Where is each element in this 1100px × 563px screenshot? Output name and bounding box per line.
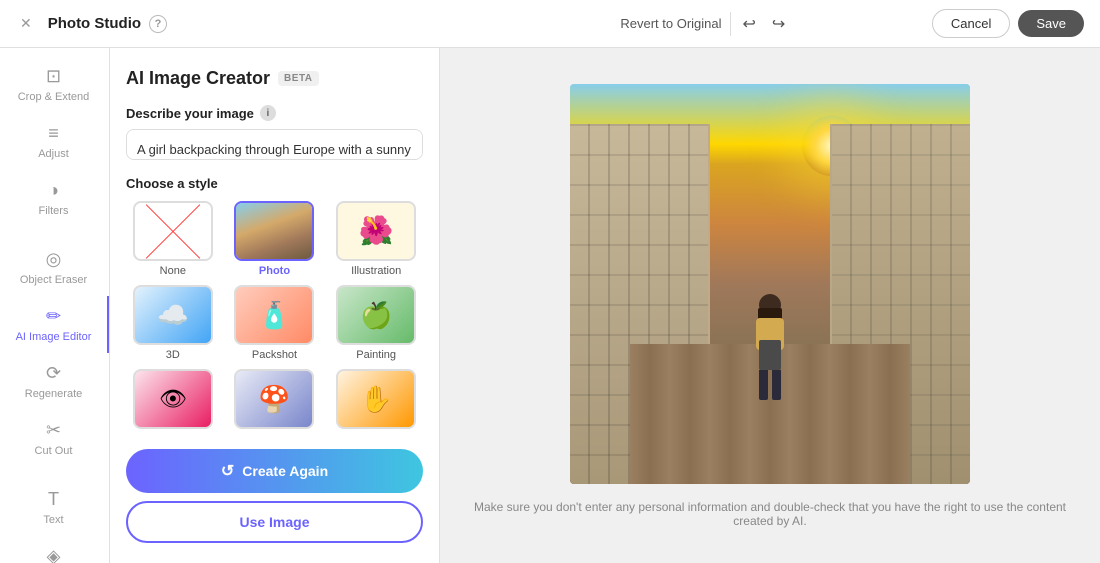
row3b-thumb-art: 🍄	[258, 384, 290, 415]
row3c-thumb-art: ✋	[360, 384, 392, 415]
style-thumb-packshot: 🧴	[234, 285, 314, 345]
sidebar-item-label-regen: Regenerate	[25, 388, 83, 400]
style-label-packshot: Packshot	[252, 349, 297, 361]
sidebar-item-label-eraser: Object Eraser	[20, 274, 87, 286]
app-title: Photo Studio	[48, 15, 141, 32]
sidebar-item-regenerate[interactable]: ⟳ Regenerate	[0, 353, 109, 410]
create-again-icon: ↺	[221, 461, 234, 481]
style-label-3d: 3D	[166, 349, 180, 361]
sidebar-item-crop-extend[interactable]: ⊡ Crop & Extend	[0, 56, 109, 113]
decorative-icon: ◈	[47, 546, 61, 563]
ai-image-creator-panel: AI Image Creator BETA Describe your imag…	[110, 48, 440, 563]
figure-body	[740, 294, 800, 424]
text-icon: T	[48, 489, 59, 510]
style-thumb-photo	[234, 201, 314, 261]
style-row3b[interactable]: 🍄	[228, 369, 322, 433]
style-label-painting: Painting	[356, 349, 396, 361]
sidebar-item-ai-image-editor[interactable]: ✏ AI Image Editor	[0, 296, 109, 353]
header-separator	[730, 12, 731, 36]
adjust-icon: ≡	[48, 123, 59, 144]
sidebar-item-label-crop: Crop & Extend	[18, 91, 90, 103]
sidebar-item-label-ai: AI Image Editor	[16, 331, 92, 343]
style-thumb-row3c: ✋	[336, 369, 416, 429]
create-again-button[interactable]: ↺ Create Again	[126, 449, 423, 493]
style-label-none: None	[160, 265, 186, 277]
style-label-illustration: Illustration	[351, 265, 401, 277]
redo-button[interactable]: ↪	[768, 10, 789, 38]
generated-image	[570, 84, 970, 484]
figure-leg-right	[772, 370, 781, 400]
image-scene	[570, 84, 970, 484]
sidebar-item-text[interactable]: T Text	[0, 479, 109, 536]
sidebar-item-label-adjust: Adjust	[38, 148, 69, 160]
close-button[interactable]: ✕	[16, 11, 36, 36]
none-cross-icon	[135, 203, 211, 259]
header-right: Cancel Save	[932, 9, 1084, 38]
cancel-button[interactable]: Cancel	[932, 9, 1010, 38]
object-eraser-icon: ◎	[46, 249, 62, 270]
style-none[interactable]: None	[126, 201, 220, 277]
choose-style-label: Choose a style	[126, 176, 423, 191]
ai-image-editor-icon: ✏	[46, 306, 61, 327]
style-thumb-painting: 🍏	[336, 285, 416, 345]
panel-title: AI Image Creator	[126, 68, 270, 89]
style-illustration[interactable]: 🌺 Illustration	[329, 201, 423, 277]
main-layout: ⊡ Crop & Extend ≡ Adjust ◑ Filters ◎ Obj…	[0, 48, 1100, 563]
style-photo[interactable]: Photo	[228, 201, 322, 277]
crop-extend-icon: ⊡	[46, 66, 61, 87]
sidebar-item-decorative[interactable]: ◈ Decorative	[0, 536, 109, 563]
style-row3a[interactable]: 👁	[126, 369, 220, 433]
painting-thumb-art: 🍏	[360, 300, 392, 331]
figure-leg-left	[759, 370, 768, 400]
regenerate-icon: ⟳	[46, 363, 61, 384]
cut-out-icon: ✂	[46, 420, 61, 441]
use-image-button[interactable]: Use Image	[126, 501, 423, 543]
style-row3c[interactable]: ✋	[329, 369, 423, 433]
sidebar-item-label-cut: Cut Out	[35, 445, 73, 457]
style-thumb-row3b: 🍄	[234, 369, 314, 429]
figure-torso	[759, 340, 781, 370]
footer-note: Make sure you don't enter any personal i…	[470, 500, 1070, 528]
style-3d[interactable]: ☁️ 3D	[126, 285, 220, 361]
backpacker-figure	[740, 294, 800, 424]
illustration-thumb-art: 🌺	[359, 217, 394, 245]
save-button[interactable]: Save	[1018, 10, 1084, 37]
photo-thumb-art	[236, 203, 312, 259]
style-thumb-3d: ☁️	[133, 285, 213, 345]
describe-textarea[interactable]	[126, 129, 423, 160]
sidebar-item-object-eraser[interactable]: ◎ Object Eraser	[0, 239, 109, 296]
beta-badge: BETA	[278, 71, 318, 86]
style-thumb-row3a: 👁	[133, 369, 213, 429]
sidebar-item-cut-out[interactable]: ✂ Cut Out	[0, 410, 109, 467]
row3a-thumb-art: 👁	[159, 386, 187, 412]
header-center: Revert to Original ↩ ↪	[490, 10, 920, 38]
app-header: ✕ Photo Studio ? Revert to Original ↩ ↪ …	[0, 0, 1100, 48]
style-thumb-none	[133, 201, 213, 261]
panel-title-area: AI Image Creator BETA	[126, 68, 423, 89]
packshot-thumb-art: 🧴	[258, 300, 290, 331]
sidebar-item-label-filters: Filters	[39, 205, 69, 217]
filters-icon: ◑	[48, 180, 59, 201]
style-thumb-illustration: 🌺	[336, 201, 416, 261]
sidebar-item-filters[interactable]: ◑ Filters	[0, 170, 109, 227]
style-painting[interactable]: 🍏 Painting	[329, 285, 423, 361]
revert-link[interactable]: Revert to Original	[620, 16, 721, 31]
style-grid: None Photo 🌺 Illustration ☁️	[126, 201, 423, 433]
sidebar-item-adjust[interactable]: ≡ Adjust	[0, 113, 109, 170]
style-packshot[interactable]: 🧴 Packshot	[228, 285, 322, 361]
3d-thumb-art: ☁️	[157, 300, 189, 331]
content-area: Make sure you don't enter any personal i…	[440, 48, 1100, 563]
sidebar-item-label-text: Text	[43, 514, 63, 526]
style-label-photo: Photo	[259, 265, 290, 277]
figure-legs	[759, 370, 781, 400]
help-icon[interactable]: ?	[149, 15, 167, 33]
describe-label: Describe your image i	[126, 105, 423, 121]
describe-info-icon[interactable]: i	[260, 105, 276, 121]
sidebar: ⊡ Crop & Extend ≡ Adjust ◑ Filters ◎ Obj…	[0, 48, 110, 563]
undo-button[interactable]: ↩	[739, 10, 760, 38]
